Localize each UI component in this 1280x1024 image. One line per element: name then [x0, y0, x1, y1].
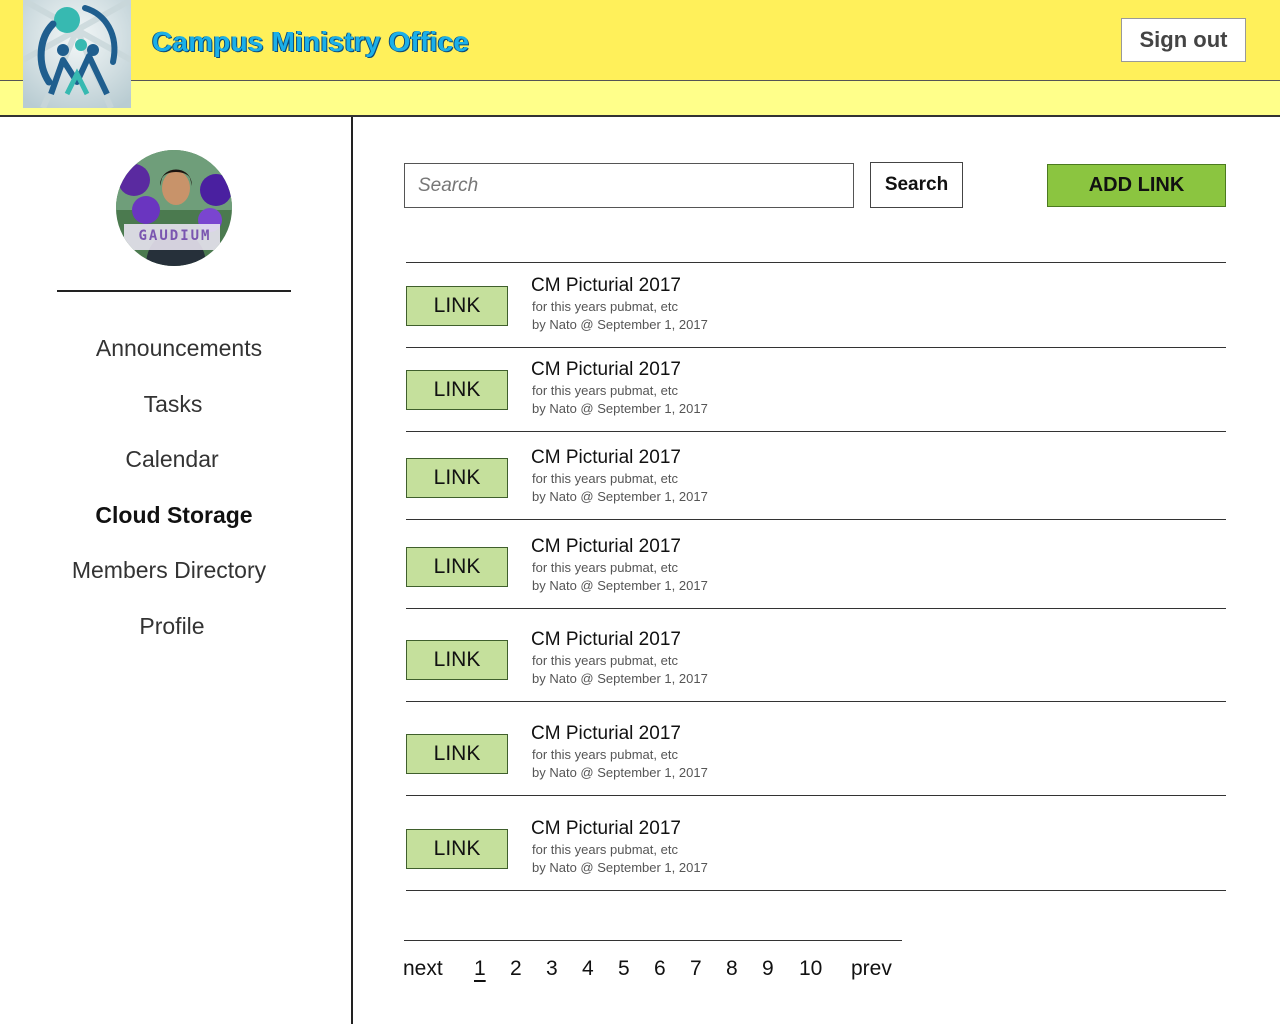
sidebar-item-tasks[interactable]: Tasks — [0, 391, 348, 418]
sidebar-item-members-directory[interactable]: Members Directory — [0, 557, 344, 584]
link-meta: by Nato @ September 1, 2017 — [532, 671, 708, 686]
list-item: LINK CM Picturial 2017 for this years pu… — [406, 347, 1226, 435]
search-input[interactable] — [404, 163, 854, 208]
app-title: Campus Ministry Office — [152, 26, 470, 57]
pagination-next[interactable]: next — [403, 957, 443, 981]
list-item: LINK CM Picturial 2017 for this years pu… — [406, 431, 1226, 519]
pagination-page-5[interactable]: 5 — [618, 957, 630, 981]
pagination-page-7[interactable]: 7 — [690, 957, 702, 981]
pagination-page-4[interactable]: 4 — [582, 957, 594, 981]
link-description: for this years pubmat, etc — [532, 299, 678, 314]
sidebar-item-cloud-storage[interactable]: Cloud Storage — [0, 502, 349, 529]
search-button[interactable]: Search — [870, 162, 963, 208]
avatar[interactable]: GAUDIUM — [116, 150, 232, 266]
link-meta: by Nato @ September 1, 2017 — [532, 401, 708, 416]
pagination-prev[interactable]: prev — [851, 957, 892, 981]
link-meta: by Nato @ September 1, 2017 — [532, 489, 708, 504]
link-title: CM Picturial 2017 — [531, 536, 681, 557]
list-divider — [406, 890, 1226, 891]
pagination-page-8[interactable]: 8 — [726, 957, 738, 981]
list-item: LINK CM Picturial 2017 for this years pu… — [406, 262, 1226, 350]
link-button[interactable]: LINK — [406, 829, 508, 869]
link-title: CM Picturial 2017 — [531, 359, 681, 380]
header-band — [0, 81, 1280, 117]
sidebar-item-announcements[interactable]: Announcements — [4, 335, 354, 362]
link-meta: by Nato @ September 1, 2017 — [532, 765, 708, 780]
link-button[interactable]: LINK — [406, 458, 508, 498]
pagination-divider — [404, 940, 902, 941]
pagination-page-2[interactable]: 2 — [510, 957, 522, 981]
link-button[interactable]: LINK — [406, 370, 508, 410]
link-title: CM Picturial 2017 — [531, 818, 681, 839]
pagination-page-6[interactable]: 6 — [654, 957, 666, 981]
link-title: CM Picturial 2017 — [531, 723, 681, 744]
campus-ministry-logo-icon — [23, 0, 131, 108]
sidebar-item-calendar[interactable]: Calendar — [0, 446, 347, 473]
link-title: CM Picturial 2017 — [531, 275, 681, 296]
link-meta: by Nato @ September 1, 2017 — [532, 317, 708, 332]
list-item: LINK CM Picturial 2017 for this years pu… — [406, 795, 1226, 883]
list-item: LINK CM Picturial 2017 for this years pu… — [406, 701, 1226, 789]
link-title: CM Picturial 2017 — [531, 629, 681, 650]
link-description: for this years pubmat, etc — [532, 842, 678, 857]
pagination-page-1[interactable]: 1 — [474, 957, 486, 981]
pagination-page-3[interactable]: 3 — [546, 957, 558, 981]
link-description: for this years pubmat, etc — [532, 383, 678, 398]
avatar-caption: GAUDIUM — [138, 228, 212, 244]
link-button[interactable]: LINK — [406, 547, 508, 587]
sidebar-item-profile[interactable]: Profile — [0, 613, 347, 640]
sign-out-button[interactable]: Sign out — [1121, 18, 1246, 62]
sidebar-divider — [57, 290, 291, 292]
link-button[interactable]: LINK — [406, 734, 508, 774]
link-description: for this years pubmat, etc — [532, 560, 678, 575]
pagination-page-9[interactable]: 9 — [762, 957, 774, 981]
link-meta: by Nato @ September 1, 2017 — [532, 578, 708, 593]
sidebar-border — [351, 117, 353, 1024]
link-title: CM Picturial 2017 — [531, 447, 681, 468]
link-description: for this years pubmat, etc — [532, 747, 678, 762]
list-item: LINK CM Picturial 2017 for this years pu… — [406, 608, 1226, 696]
link-description: for this years pubmat, etc — [532, 653, 678, 668]
link-button[interactable]: LINK — [406, 640, 508, 680]
pagination-page-10[interactable]: 10 — [799, 957, 822, 981]
link-button[interactable]: LINK — [406, 286, 508, 326]
link-meta: by Nato @ September 1, 2017 — [532, 860, 708, 875]
add-link-button[interactable]: ADD LINK — [1047, 164, 1226, 207]
list-item: LINK CM Picturial 2017 for this years pu… — [406, 519, 1226, 607]
link-description: for this years pubmat, etc — [532, 471, 678, 486]
